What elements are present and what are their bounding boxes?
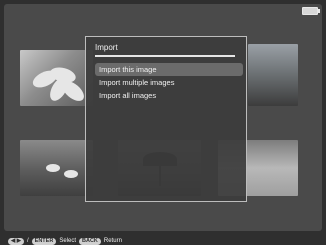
separator: /: [27, 238, 29, 244]
thumbnail-fish[interactable]: [20, 140, 93, 196]
dialog-title: Import: [95, 43, 118, 52]
dialog-divider: [95, 55, 235, 57]
photo-frame-screen: Import Import this image Import multiple…: [0, 0, 326, 245]
return-label: Return: [103, 238, 122, 244]
nav-arrows-icon: ◀ ▶: [8, 237, 24, 245]
menu-item-import-all-images[interactable]: Import all images: [95, 89, 243, 102]
select-label: Select: [59, 238, 76, 244]
thumbnail-flower[interactable]: [20, 50, 93, 106]
menu-item-import-multiple-images[interactable]: Import multiple images: [95, 76, 243, 89]
button-guide: ◀ ▶ / ENTER Select BACK Return: [8, 236, 122, 245]
fish-shape: [64, 170, 78, 178]
back-key-icon: BACK: [79, 237, 101, 245]
fish-shape: [46, 164, 60, 172]
import-dialog: Import Import this image Import multiple…: [85, 36, 247, 202]
thumbnail-coral[interactable]: [248, 44, 298, 106]
enter-key-icon: ENTER: [31, 237, 57, 245]
battery-icon: [302, 7, 320, 15]
menu-item-import-this-image[interactable]: Import this image: [95, 63, 243, 76]
